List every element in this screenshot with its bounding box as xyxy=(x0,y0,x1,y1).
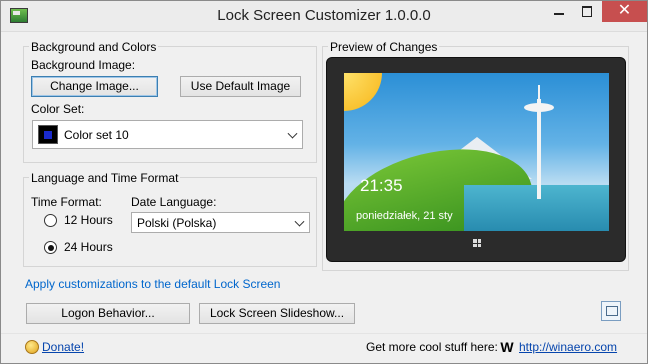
radio-12-hours-label[interactable]: 12 Hours xyxy=(64,213,113,227)
footer-divider xyxy=(1,333,647,334)
preview-sun xyxy=(344,73,382,111)
radio-24-hours-label[interactable]: 24 Hours xyxy=(64,240,113,254)
donate-link[interactable]: Donate! xyxy=(42,340,84,354)
lock-screen-slideshow-button[interactable]: Lock Screen Slideshow... xyxy=(199,303,355,324)
background-image-label: Background Image: xyxy=(31,58,136,72)
preview-tower-top xyxy=(524,103,554,112)
minimize-icon[interactable] xyxy=(545,1,573,22)
chevron-down-icon xyxy=(294,216,305,227)
preview-screen: 21:35 poniedziałek, 21 sty xyxy=(344,73,609,231)
preview-time: 21:35 xyxy=(360,176,403,195)
change-image-button[interactable]: Change Image... xyxy=(31,76,158,97)
preview-tower xyxy=(537,99,541,199)
logon-behavior-button[interactable]: Logon Behavior... xyxy=(26,303,190,324)
chevron-down-icon xyxy=(287,128,298,139)
radio-24-hours[interactable] xyxy=(44,241,57,254)
date-language-label: Date Language: xyxy=(131,195,217,209)
app-window: Lock Screen Customizer 1.0.0.0 ✕ Backgro… xyxy=(0,0,648,364)
winaero-logo: W xyxy=(500,339,514,355)
windows-logo-icon xyxy=(473,239,481,247)
winaero-link[interactable]: http://winaero.com xyxy=(519,340,617,354)
color-set-label: Color Set: xyxy=(31,102,85,116)
date-language-select[interactable]: Polski (Polska) xyxy=(131,212,310,233)
apply-customizations-link[interactable]: Apply customizations to the default Lock… xyxy=(25,277,280,291)
date-language-value: Polski (Polska) xyxy=(137,216,217,230)
background-colors-group-title: Background and Colors xyxy=(29,40,159,54)
time-format-label: Time Format: xyxy=(31,195,102,209)
color-set-select[interactable]: Color set 10 xyxy=(32,120,303,149)
lock-screen-preview: 21:35 poniedziałek, 21 sty xyxy=(326,57,626,262)
more-stuff-text: Get more cool stuff here: xyxy=(366,340,498,354)
close-icon[interactable]: ✕ xyxy=(602,1,647,22)
language-time-group-title: Language and Time Format xyxy=(29,171,181,185)
settings-helper-icon[interactable] xyxy=(601,301,621,321)
preview-group-title: Preview of Changes xyxy=(328,40,440,54)
preview-date: poniedziałek, 21 sty xyxy=(356,210,453,222)
color-set-value: Color set 10 xyxy=(64,128,129,142)
color-swatch-inner xyxy=(44,131,52,139)
radio-12-hours[interactable] xyxy=(44,214,57,227)
donate-icon xyxy=(25,340,39,354)
maximize-icon[interactable] xyxy=(573,1,601,22)
title-bar: Lock Screen Customizer 1.0.0.0 ✕ xyxy=(1,1,647,32)
color-swatch xyxy=(38,125,58,144)
use-default-image-button[interactable]: Use Default Image xyxy=(180,76,301,97)
